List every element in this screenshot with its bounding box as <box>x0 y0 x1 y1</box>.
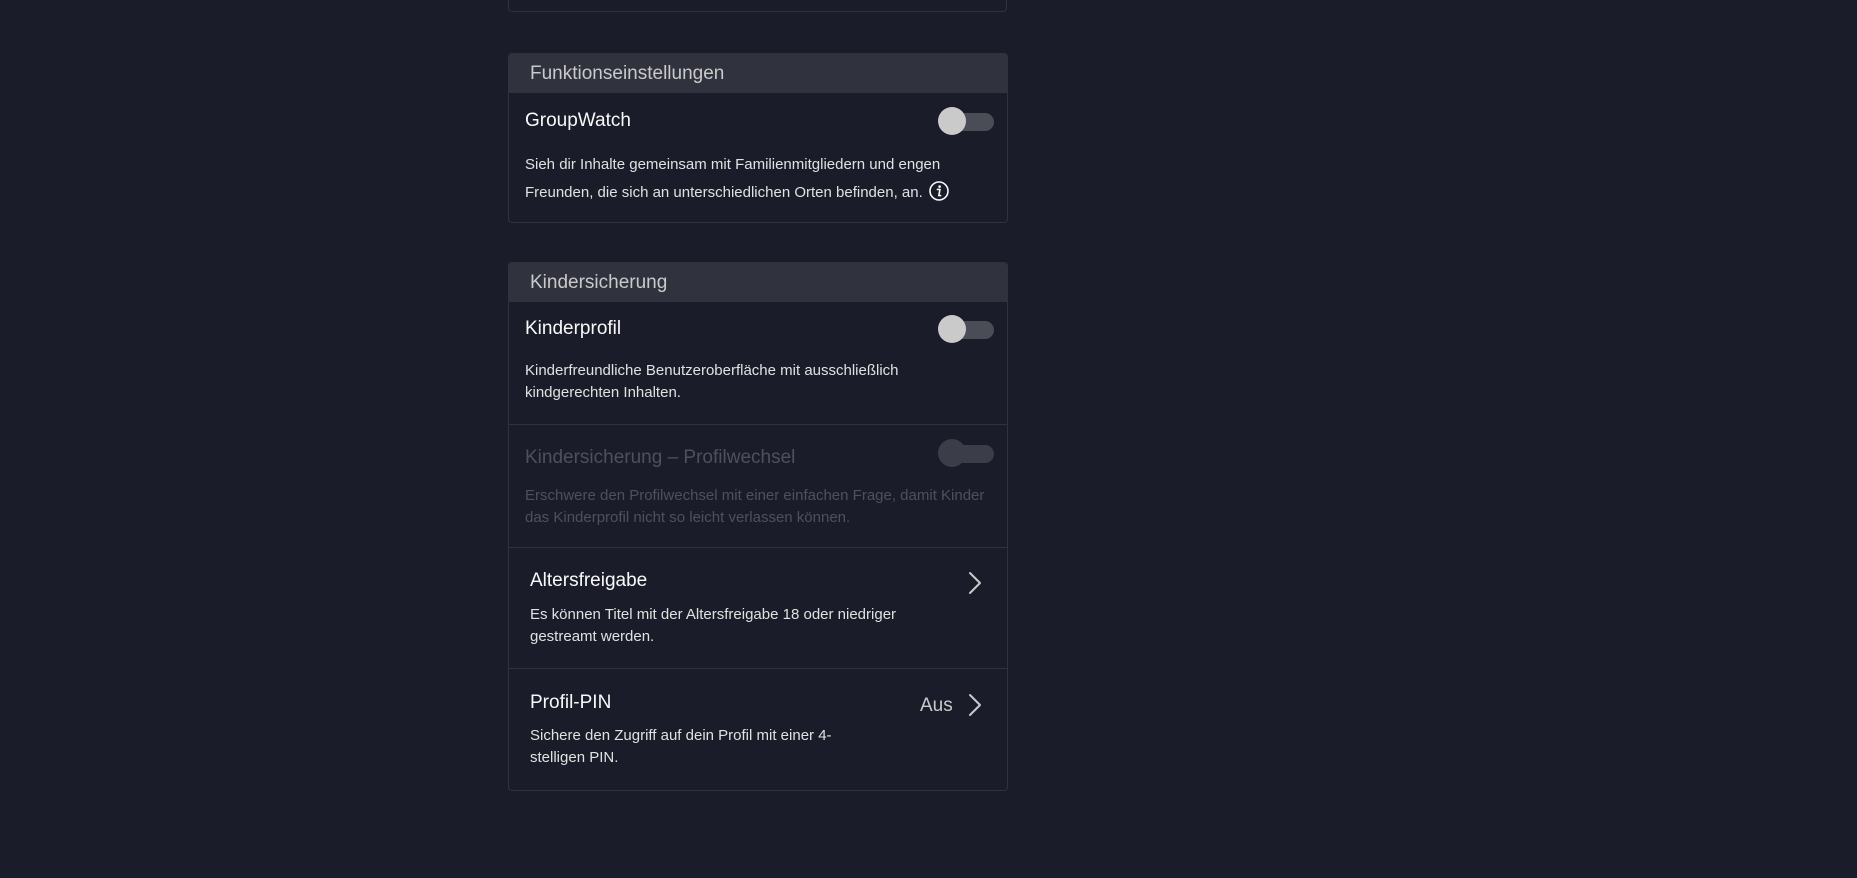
profile-switch-lock-row: Kindersicherung – Profilwechsel Erschwer… <box>509 424 1007 547</box>
profile-pin-value: Aus <box>920 695 953 716</box>
groupwatch-row: GroupWatch Sieh dir Inhalte gemeinsam mi… <box>509 93 1007 222</box>
profile-pin-title: Profil-PIN <box>530 692 612 713</box>
chevron-right-icon[interactable] <box>967 570 983 596</box>
groupwatch-toggle[interactable] <box>938 106 994 136</box>
chevron-right-icon[interactable] <box>967 692 983 718</box>
toggle-knob <box>938 315 966 343</box>
toggle-knob <box>938 439 966 467</box>
profile-pin-description: Sichere den Zugriff auf dein Profil mit … <box>530 727 832 766</box>
profile-switch-lock-description: Erschwere den Profilwechsel mit einer ei… <box>525 487 985 526</box>
kids-profile-row: Kinderprofil Kinderfreundliche Benutzero… <box>509 302 1007 424</box>
groupwatch-title: GroupWatch <box>525 110 631 131</box>
maturity-rating-description: Es können Titel mit der Altersfreigabe 1… <box>530 606 897 645</box>
toggle-knob <box>938 107 966 135</box>
groupwatch-description: Sieh dir Inhalte gemeinsam mit Familienm… <box>525 156 941 201</box>
kids-profile-title: Kinderprofil <box>525 318 622 339</box>
profile-switch-lock-title: Kindersicherung – Profilwechsel <box>525 447 796 468</box>
feature-settings-card: Funktionseinstellungen GroupWatch Sieh d… <box>508 53 1008 223</box>
kids-profile-toggle[interactable] <box>938 314 994 344</box>
groupwatch-description-block: Sieh dir Inhalte gemeinsam mit Familienm… <box>525 151 975 207</box>
maturity-rating-title: Altersfreigabe <box>530 570 648 591</box>
feature-settings-header: Funktionseinstellungen <box>509 54 1007 93</box>
previous-settings-card <box>508 0 1007 12</box>
info-icon[interactable] <box>928 181 949 201</box>
profile-switch-lock-toggle[interactable] <box>938 438 994 468</box>
parental-controls-header: Kindersicherung <box>509 263 1007 302</box>
profile-pin-row[interactable]: Profil-PIN Aus Sichere den Zugriff auf d… <box>509 668 1007 790</box>
parental-controls-card: Kindersicherung Kinderprofil Kinderfreun… <box>508 262 1008 791</box>
maturity-rating-row[interactable]: Altersfreigabe Es können Titel mit der A… <box>509 547 1007 668</box>
kids-profile-description: Kinderfreundliche Benutzeroberfläche mit… <box>525 362 899 401</box>
